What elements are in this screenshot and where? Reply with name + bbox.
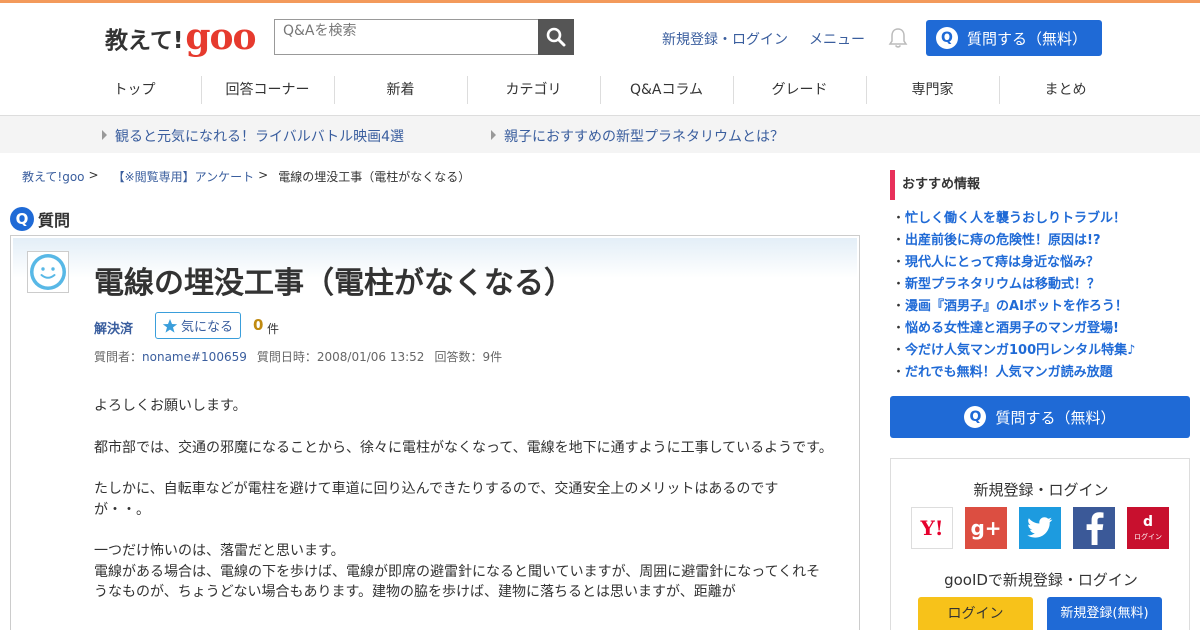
ask-question-label: 質問する（無料） bbox=[967, 29, 1088, 48]
breadcrumb-category[interactable]: 【※閲覧専用】アンケート bbox=[113, 168, 255, 185]
breadcrumb: 教えて!goo > 【※閲覧専用】アンケート > 電線の埋没工事（電柱がなくなる… bbox=[22, 168, 470, 185]
gooid-title: gooIDで新規登録・ログイン bbox=[944, 571, 1138, 589]
google-login-button[interactable]: g+ bbox=[965, 507, 1007, 549]
avatar[interactable] bbox=[27, 251, 69, 293]
recommend-item[interactable]: 現代人にとって痔は身近な悩み？ bbox=[892, 252, 1135, 274]
answers-label: 回答数： bbox=[434, 350, 483, 364]
recommend-item[interactable]: 出産前後に痔の危険性！原因は!? bbox=[892, 230, 1135, 252]
favorite-button[interactable]: 気になる bbox=[155, 312, 241, 339]
favorite-unit: 件 bbox=[267, 322, 280, 336]
logo-goo: goo bbox=[185, 16, 256, 58]
question-paragraph: よろしくお願いします。 bbox=[94, 398, 247, 414]
favorite-count: 0 bbox=[253, 316, 264, 334]
question-label-text: 質問 bbox=[38, 211, 71, 230]
yahoo-login-button[interactable]: Y! bbox=[911, 507, 953, 549]
site-logo[interactable]: 教えて! goo bbox=[105, 14, 257, 58]
date-value: 2008/01/06 13:52 bbox=[316, 350, 425, 364]
question-box: 電線の埋没工事（電柱がなくなる） 解決済 気になる 0 件 質問者：noname… bbox=[10, 235, 860, 630]
top-accent-line bbox=[0, 0, 1200, 3]
smiley-avatar-icon bbox=[30, 254, 66, 290]
nav-item-summary[interactable]: まとめ bbox=[999, 70, 1132, 110]
breadcrumb-sep: > bbox=[258, 168, 269, 182]
nav-item-answer-corner[interactable]: 回答コーナー bbox=[201, 70, 334, 110]
main-nav: トップ 回答コーナー 新着 カテゴリ Q&Aコラム グレード 専門家 まとめ bbox=[68, 70, 1132, 110]
question-meta: 質問者：noname#100659 質問日時：2008/01/06 13:52 … bbox=[94, 348, 502, 365]
recommend-item[interactable]: 忙しく働く人を襲うおしりトラブル！ bbox=[892, 208, 1135, 230]
docomo-login-button[interactable]: d ログイン bbox=[1127, 507, 1169, 549]
docomo-login-label: ログイン bbox=[1134, 532, 1162, 541]
breadcrumb-sep: > bbox=[88, 168, 99, 182]
answers-count: 9件 bbox=[482, 350, 503, 364]
google-plus-icon: g+ bbox=[970, 516, 1002, 540]
recommend-item[interactable]: 漫画『酒男子』のAIボットを作ろう！ bbox=[892, 296, 1135, 318]
asker-label: 質問者： bbox=[94, 350, 143, 364]
login-panel-title: 新規登録・ログイン bbox=[973, 481, 1109, 499]
twitter-login-button[interactable] bbox=[1019, 507, 1061, 549]
date-label: 質問日時： bbox=[256, 350, 317, 364]
nav-item-grade[interactable]: グレード bbox=[733, 70, 866, 110]
logo-text: 教えて! bbox=[105, 28, 184, 54]
facebook-icon bbox=[1086, 512, 1104, 545]
q-badge-icon: Q bbox=[10, 207, 34, 231]
recommend-item[interactable]: 新型プラネタリウムは移動式！？ bbox=[892, 274, 1135, 296]
question-paragraph: 一つだけ怖いのは、落雷だと思います。 電線がある場合は、電線の下を歩けば、電線が… bbox=[94, 543, 821, 600]
nav-item-experts[interactable]: 専門家 bbox=[866, 70, 999, 110]
sidebar-ask-label: 質問する（無料） bbox=[995, 408, 1116, 427]
promo-bar: 観ると元気になれる！ライバルバトル映画4選 親子におすすめの新型プラネタリウムと… bbox=[0, 116, 1200, 153]
facebook-login-button[interactable] bbox=[1073, 507, 1115, 549]
recommend-item[interactable]: 悩める女性達と酒男子のマンガ登場! bbox=[892, 318, 1135, 340]
twitter-icon bbox=[1027, 517, 1053, 538]
sns-login-buttons: Y! g+ d ログイン bbox=[911, 507, 1169, 549]
nav-item-qa-column[interactable]: Q&Aコラム bbox=[600, 70, 733, 110]
ask-question-button[interactable]: Q 質問する（無料） bbox=[926, 20, 1102, 56]
docomo-d-icon: d bbox=[1142, 513, 1154, 530]
search-button[interactable] bbox=[538, 19, 574, 55]
recommend-item[interactable]: だれでも無料！人気マンガ読み放題 bbox=[892, 362, 1135, 384]
question-paragraph: 都市部では、交通の邪魔になることから、徐々に電柱がなくなって、電線を地下に通すよ… bbox=[94, 439, 833, 456]
asker-link[interactable]: noname#100659 bbox=[142, 350, 247, 364]
question-body: よろしくお願いします。 都市部では、交通の邪魔になることから、徐々に電柱がなくな… bbox=[94, 396, 834, 624]
breadcrumb-home[interactable]: 教えて!goo bbox=[22, 168, 85, 185]
recommend-heading: おすすめ情報 bbox=[890, 170, 980, 200]
recommend-item[interactable]: 今だけ人気マンガ100円レンタル特集♪ bbox=[892, 340, 1135, 362]
register-button[interactable]: 新規登録(無料) bbox=[1047, 597, 1162, 630]
nav-item-category[interactable]: カテゴリ bbox=[467, 70, 600, 110]
q-icon: Q bbox=[936, 27, 958, 49]
bell-icon[interactable] bbox=[887, 27, 909, 49]
recommend-list: 忙しく働く人を襲うおしりトラブル！ 出産前後に痔の危険性！原因は!? 現代人にと… bbox=[892, 208, 1135, 384]
q-icon: Q bbox=[964, 406, 987, 428]
menu-link[interactable]: メニュー bbox=[809, 29, 865, 49]
login-panel: 新規登録・ログイン Y! g+ d ログイン gooIDで新規登録・ログイン ロ… bbox=[890, 458, 1190, 630]
promo-link-1[interactable]: 観ると元気になれる！ライバルバトル映画4選 bbox=[101, 126, 404, 146]
search-bar bbox=[274, 19, 574, 55]
question-label: Q 質問 bbox=[10, 207, 70, 231]
question-paragraph: たしかに、自転車などが電柱を避けて車道に回り込んできたりするので、交通安全上のメ… bbox=[94, 481, 779, 518]
sidebar-ask-question-button[interactable]: Q 質問する（無料） bbox=[890, 396, 1190, 438]
asker-info: 質問者：noname#100659 bbox=[94, 348, 247, 365]
answers-info: 回答数：9件 bbox=[434, 348, 502, 365]
star-icon bbox=[162, 318, 178, 333]
search-input[interactable] bbox=[274, 19, 538, 55]
nav-item-top[interactable]: トップ bbox=[68, 70, 201, 110]
login-button[interactable]: ログイン bbox=[918, 597, 1033, 630]
nav-item-new[interactable]: 新着 bbox=[334, 70, 467, 110]
favorite-label: 気になる bbox=[181, 320, 234, 335]
date-info: 質問日時：2008/01/06 13:52 bbox=[257, 348, 425, 365]
status-badge: 解決済 bbox=[94, 322, 134, 337]
page-title: 電線の埋没工事（電柱がなくなる） bbox=[94, 266, 574, 301]
breadcrumb-current: 電線の埋没工事（電柱がなくなる） bbox=[278, 170, 471, 184]
register-login-link[interactable]: 新規登録・ログイン bbox=[662, 29, 788, 49]
promo-link-2[interactable]: 親子におすすめの新型プラネタリウムとは？ bbox=[491, 126, 784, 146]
yahoo-icon: Y! bbox=[920, 516, 944, 540]
search-icon bbox=[546, 27, 566, 47]
